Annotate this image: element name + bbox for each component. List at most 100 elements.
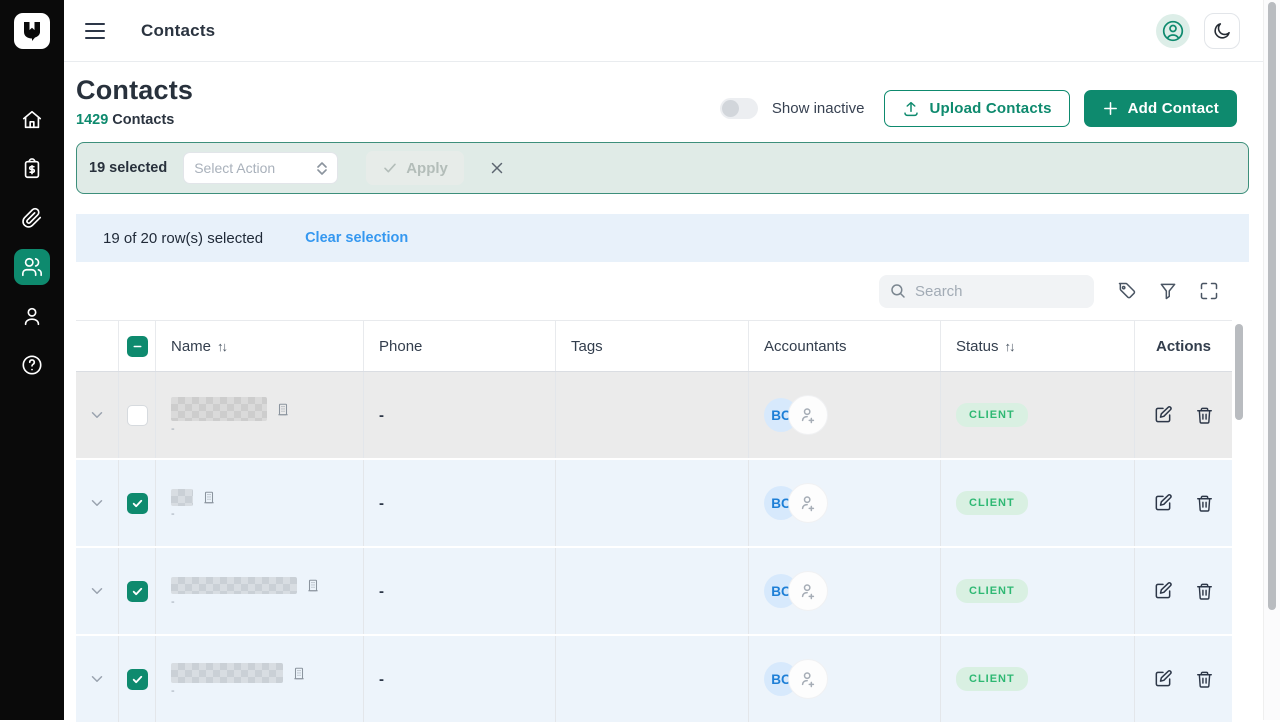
show-inactive-label: Show inactive: [772, 100, 865, 117]
add-accountant-button[interactable]: [788, 659, 828, 699]
column-header-accountants: Accountants: [749, 321, 941, 371]
sort-icon: ↑↓: [1005, 339, 1014, 354]
delete-contact-button[interactable]: [1195, 494, 1214, 513]
status-badge: CLIENT: [956, 491, 1028, 515]
minus-icon: [132, 341, 143, 352]
row-expand-chevron-icon[interactable]: [88, 670, 106, 688]
add-accountant-button[interactable]: [788, 395, 828, 435]
app-logo[interactable]: [14, 13, 50, 49]
delete-contact-button[interactable]: [1195, 582, 1214, 601]
sidebar: [0, 0, 64, 720]
row-expand-chevron-icon[interactable]: [88, 406, 106, 424]
fullscreen-button[interactable]: [1199, 281, 1219, 301]
sidebar-item-billing[interactable]: [14, 151, 50, 187]
logo-glyph: [20, 19, 44, 43]
trash-icon: [1195, 582, 1214, 601]
home-icon: [21, 109, 43, 131]
add-accountant-button[interactable]: [788, 483, 828, 523]
table-row: - - BC CLIENT: [76, 548, 1232, 636]
contacts-count: 1429 Contacts: [76, 112, 193, 128]
phone-value: -: [379, 583, 384, 600]
add-contact-button[interactable]: Add Contact: [1084, 90, 1237, 127]
status-badge: CLIENT: [956, 579, 1028, 603]
contacts-count-number: 1429: [76, 112, 108, 128]
contact-subtext: -: [171, 598, 320, 606]
user-avatar-button[interactable]: [1156, 14, 1190, 48]
users-icon: [21, 256, 43, 278]
page-scrollbar-thumb[interactable]: [1268, 2, 1276, 610]
column-header-status[interactable]: Status ↑↓: [941, 321, 1135, 371]
delete-contact-button[interactable]: [1195, 406, 1214, 425]
check-icon: [382, 160, 398, 176]
column-header-tags: Tags: [556, 321, 749, 371]
edit-contact-button[interactable]: [1153, 493, 1173, 513]
person-icon: [21, 305, 43, 327]
sidebar-item-help[interactable]: [14, 347, 50, 383]
column-header-name[interactable]: Name ↑↓: [156, 321, 364, 371]
row-checkbox[interactable]: [127, 493, 148, 514]
rows-selected-text: 19 of 20 row(s) selected: [103, 230, 263, 247]
tags-cell: [556, 460, 749, 546]
table-scrollbar-thumb[interactable]: [1235, 324, 1243, 420]
upload-icon: [902, 100, 920, 118]
redacted-contact-name: [171, 577, 297, 594]
delete-contact-button[interactable]: [1195, 670, 1214, 689]
plus-icon: [1102, 100, 1119, 117]
tag-icon: [1117, 281, 1137, 301]
upload-contacts-button[interactable]: Upload Contacts: [884, 90, 1069, 127]
company-icon: [306, 578, 320, 593]
row-expand-chevron-icon[interactable]: [88, 582, 106, 600]
clear-bulk-selection-button[interactable]: [488, 159, 506, 177]
expand-icon: [1199, 281, 1219, 301]
invoice-icon: [21, 158, 43, 180]
trash-icon: [1195, 670, 1214, 689]
contacts-table: 19 of 20 row(s) selected Clear selection: [76, 214, 1249, 724]
filter-button[interactable]: [1158, 281, 1178, 301]
person-plus-icon: [798, 581, 818, 601]
column-header-actions: Actions: [1135, 321, 1232, 371]
phone-value: -: [379, 671, 384, 688]
bulk-action-select[interactable]: Select Action: [183, 152, 338, 184]
search-icon: [889, 282, 907, 300]
clear-selection-link[interactable]: Clear selection: [305, 230, 408, 246]
edit-contact-button[interactable]: [1153, 405, 1173, 425]
company-icon: [202, 490, 216, 505]
menu-toggle-button[interactable]: [85, 19, 109, 43]
row-checkbox[interactable]: [127, 581, 148, 602]
show-inactive-toggle[interactable]: [720, 98, 758, 119]
company-icon: [276, 402, 290, 417]
check-icon: [131, 673, 144, 686]
apply-button[interactable]: Apply: [366, 151, 464, 185]
person-plus-icon: [798, 669, 818, 689]
sidebar-item-profile[interactable]: [14, 298, 50, 334]
edit-icon: [1153, 493, 1173, 513]
edit-contact-button[interactable]: [1153, 669, 1173, 689]
table-header-row: Name ↑↓ Phone Tags Accountants Status ↑↓…: [76, 320, 1232, 372]
sidebar-item-home[interactable]: [14, 102, 50, 138]
row-checkbox[interactable]: [127, 669, 148, 690]
phone-value: -: [379, 407, 384, 424]
sidebar-item-documents[interactable]: [14, 200, 50, 236]
paperclip-icon: [21, 207, 43, 229]
search-input-wrapper: [879, 275, 1094, 308]
table-row: - - BC CLIENT: [76, 460, 1232, 548]
check-icon: [131, 585, 144, 598]
page-scrollbar[interactable]: [1263, 0, 1280, 720]
search-input[interactable]: [915, 283, 1065, 300]
redacted-contact-name: [171, 663, 283, 683]
row-checkbox[interactable]: [127, 405, 148, 426]
trash-icon: [1195, 494, 1214, 513]
contact-subtext: -: [171, 510, 216, 518]
main-content: Contacts 1429 Contacts Show inactive Upl…: [64, 62, 1264, 720]
tags-filter-button[interactable]: [1117, 281, 1137, 301]
close-icon: [488, 159, 506, 177]
edit-contact-button[interactable]: [1153, 581, 1173, 601]
add-accountant-button[interactable]: [788, 571, 828, 611]
contacts-count-label: Contacts: [112, 112, 174, 128]
select-all-checkbox[interactable]: [127, 336, 148, 357]
status-badge: CLIENT: [956, 667, 1028, 691]
row-expand-chevron-icon[interactable]: [88, 494, 106, 512]
sidebar-item-contacts[interactable]: [14, 249, 50, 285]
dark-mode-toggle-button[interactable]: [1204, 13, 1240, 49]
person-plus-icon: [798, 493, 818, 513]
